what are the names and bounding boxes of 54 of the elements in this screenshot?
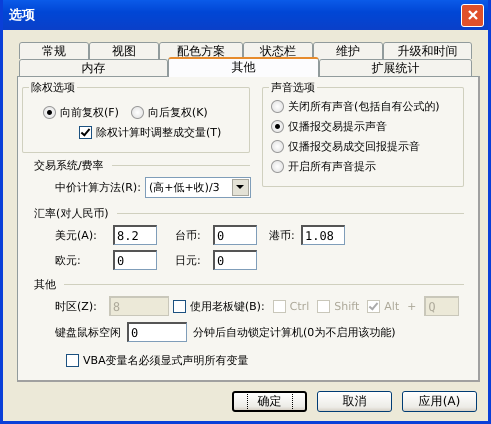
- input-field[interactable]: 0: [213, 225, 257, 245]
- field-label: 港币:: [268, 228, 296, 242]
- window-title: 选项: [9, 7, 35, 24]
- input-field[interactable]: 0: [113, 250, 157, 270]
- radio-button[interactable]: [130, 106, 144, 118]
- radio-button[interactable]: [271, 140, 284, 152]
- tab[interactable]: 内存: [19, 59, 168, 76]
- radio-label[interactable]: 仅播报交易成交回报提示音: [288, 138, 420, 154]
- section-title: 交易系统/费率: [34, 158, 104, 172]
- input-field[interactable]: 0: [213, 250, 257, 270]
- field-label: 美元(A):: [55, 228, 98, 242]
- checkbox-label[interactable]: 除权计算时调整成交量(T): [96, 124, 222, 140]
- radio-button[interactable]: [43, 106, 56, 118]
- field-label: 键盘鼠标空闲: [55, 324, 121, 340]
- dropdown[interactable]: (高+低+收)/3: [144, 176, 251, 198]
- dialog-button[interactable]: 应用(A): [402, 391, 477, 412]
- tab[interactable]: 其他: [168, 57, 319, 77]
- tab[interactable]: 视图: [89, 42, 159, 59]
- field-label: 分钟后自动锁定计算机(0为不启用该功能): [193, 324, 396, 340]
- field-label: 欧元:: [55, 252, 82, 268]
- input-field[interactable]: 0: [127, 322, 187, 342]
- section-title: 汇率(对人民币): [34, 206, 109, 220]
- radio-label[interactable]: 向前复权(F): [60, 104, 119, 120]
- tab[interactable]: 维护: [313, 42, 383, 59]
- tab[interactable]: 升级和时间: [383, 42, 472, 59]
- radio-label[interactable]: 向后复权(K): [148, 104, 208, 120]
- input-field[interactable]: 8.2: [113, 225, 157, 245]
- tab[interactable]: 常规: [19, 42, 89, 59]
- plus-sign: +: [407, 300, 416, 312]
- checkbox-label[interactable]: VBA变量名必须显式声明所有变量: [83, 352, 249, 368]
- close-button[interactable]: [461, 4, 484, 26]
- radio-button[interactable]: [271, 100, 284, 112]
- group-title: 声音选项: [269, 80, 317, 95]
- field-label: 中价计算方法(R):: [55, 180, 141, 194]
- input-field[interactable]: 1.08: [301, 225, 345, 245]
- radio-label[interactable]: 开启所有声音提示: [288, 158, 376, 174]
- checkbox[interactable]: [172, 300, 186, 312]
- radio-button[interactable]: [271, 120, 284, 132]
- tab[interactable]: 扩展统计: [319, 59, 472, 76]
- checkbox-label[interactable]: 使用老板键(B):: [190, 298, 265, 314]
- radio-label[interactable]: 关闭所有声音(包括自有公式的): [288, 98, 440, 114]
- checkbox[interactable]: [66, 354, 79, 366]
- radio-label[interactable]: 仅播报交易提示声音: [288, 118, 387, 134]
- dialog-button[interactable]: 取消: [317, 391, 392, 412]
- section-title: 其他: [34, 276, 56, 292]
- radio-button[interactable]: [271, 160, 284, 172]
- close-icon: [468, 10, 478, 20]
- field-label: 台币:: [174, 228, 202, 242]
- tab[interactable]: 配色方案: [159, 42, 243, 59]
- dialog-button[interactable]: 确定: [232, 391, 307, 412]
- checkbox[interactable]: [79, 126, 92, 138]
- group-title: 除权选项: [29, 80, 77, 95]
- field-label: 时区(Z):: [55, 298, 97, 314]
- field-label: 日元:: [174, 252, 202, 268]
